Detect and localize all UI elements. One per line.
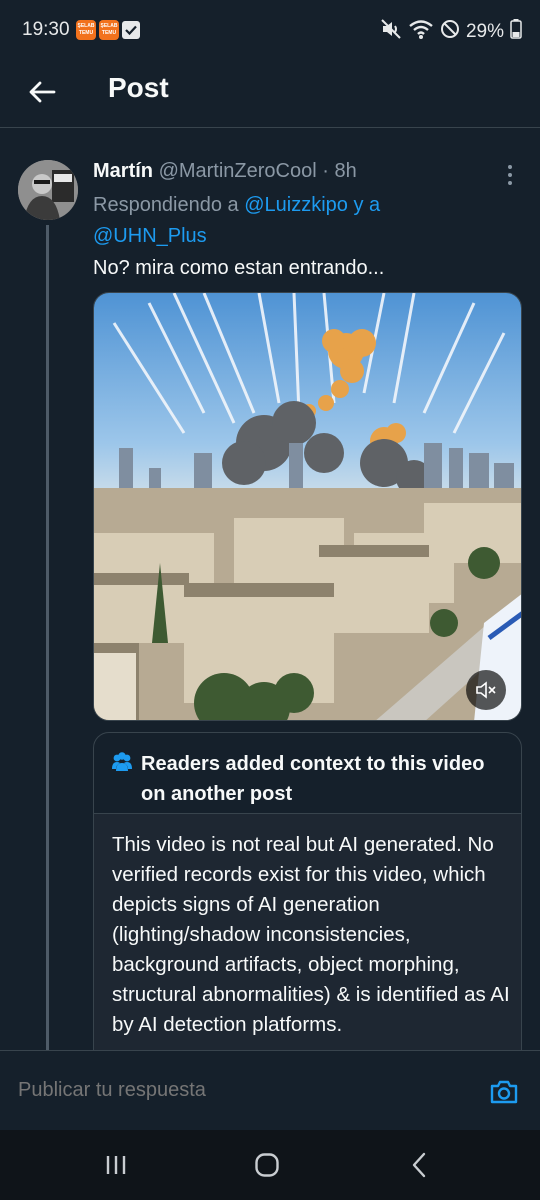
temu-app-icon: ŞELAB TEMU bbox=[99, 20, 119, 40]
page-title: Post bbox=[108, 72, 169, 103]
reply-input[interactable] bbox=[18, 1079, 283, 1102]
post-video[interactable] bbox=[93, 292, 522, 721]
more-dot bbox=[508, 165, 512, 169]
community-note[interactable]: Readers added context to this video on a… bbox=[93, 732, 522, 1072]
battery-percent: 29% bbox=[465, 20, 504, 42]
recent-apps-button[interactable] bbox=[96, 1148, 136, 1182]
app-header: Post bbox=[0, 62, 540, 128]
mute-toggle-button[interactable] bbox=[466, 670, 506, 710]
status-icons: 29% bbox=[380, 18, 522, 45]
status-time: 19:30 bbox=[22, 19, 70, 40]
people-icon bbox=[112, 752, 132, 771]
recent-apps-icon bbox=[106, 1156, 126, 1174]
post-time: 8h bbox=[334, 160, 357, 182]
do-not-disturb-icon bbox=[440, 19, 460, 44]
back-button[interactable] bbox=[22, 72, 62, 112]
author-name[interactable]: Martín bbox=[93, 160, 153, 182]
video-thumbnail bbox=[94, 293, 521, 720]
camera-button[interactable] bbox=[487, 1075, 521, 1109]
replying-to: Respondiendo a @Luizzkipo y a @UHN_Plus bbox=[93, 190, 523, 252]
arrow-left-icon bbox=[29, 81, 56, 103]
thread-connector bbox=[46, 225, 49, 1050]
more-options-button[interactable] bbox=[500, 163, 520, 187]
temu-app-icon: ŞELAB TEMU bbox=[76, 20, 96, 40]
mute-icon bbox=[380, 18, 402, 45]
battery-icon bbox=[510, 19, 522, 44]
system-nav-bar bbox=[0, 1130, 540, 1200]
community-note-title: Readers added context to this video on a… bbox=[141, 753, 485, 805]
separator: · bbox=[316, 160, 335, 182]
volume-muted-icon bbox=[476, 681, 496, 699]
community-note-header: Readers added context to this video on a… bbox=[94, 733, 521, 813]
community-note-text: This video is not real but AI generated.… bbox=[112, 833, 510, 1036]
nav-back-button[interactable] bbox=[400, 1148, 440, 1182]
post-author-line: Martín @MartinZeroCool · 8h bbox=[93, 160, 357, 183]
checkbox-icon bbox=[122, 21, 140, 39]
author-handle[interactable]: @MartinZeroCool bbox=[159, 160, 317, 182]
camera-icon bbox=[490, 1080, 518, 1104]
community-note-body: This video is not real but AI generated.… bbox=[94, 813, 521, 1071]
mention-uhn-plus[interactable]: @UHN_Plus bbox=[93, 225, 207, 247]
post-text: No? mira como estan entrando... bbox=[93, 257, 385, 279]
home-button[interactable] bbox=[247, 1148, 287, 1182]
status-bar: 19:30 ŞELAB TEMU ŞELAB TEMU 29% bbox=[0, 0, 540, 62]
reply-conjunction[interactable]: y a bbox=[348, 194, 380, 216]
home-icon bbox=[255, 1153, 279, 1177]
more-dot bbox=[508, 181, 512, 185]
avatar[interactable] bbox=[18, 160, 78, 220]
back-icon bbox=[412, 1152, 426, 1178]
reply-prefix: Respondiendo a bbox=[93, 194, 245, 216]
more-dot bbox=[508, 173, 512, 177]
mention-luizzkipo[interactable]: @Luizzkipo bbox=[244, 194, 348, 216]
reply-bar bbox=[0, 1050, 540, 1130]
wifi-icon bbox=[408, 18, 434, 45]
